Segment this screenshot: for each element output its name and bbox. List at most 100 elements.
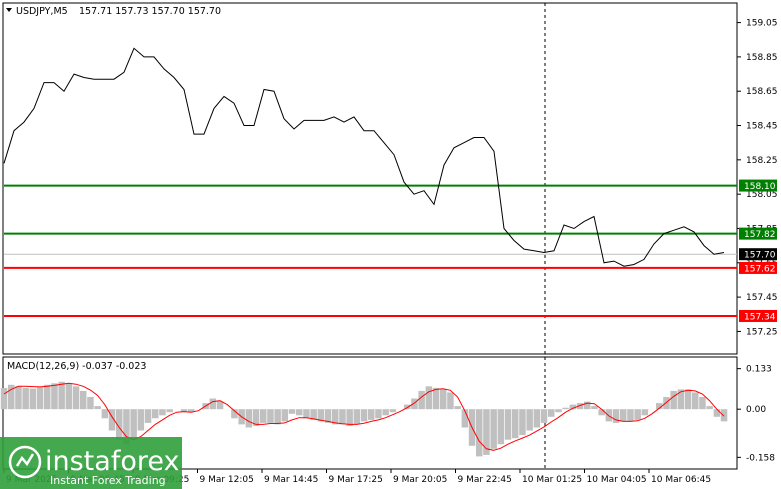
macd-bar	[555, 409, 562, 413]
macd-bar	[677, 389, 685, 410]
macd-label: MACD(12,26,9) -0.037 -0.023	[7, 361, 146, 372]
macd-bar	[216, 401, 224, 410]
macd-bar	[670, 390, 677, 410]
macd-bar	[562, 407, 569, 410]
macd-bar	[440, 389, 447, 410]
price-tick-label: 158.85	[746, 53, 778, 63]
macd-bar	[80, 390, 87, 410]
macd-bar	[684, 389, 692, 410]
time-tick-label: 9 Mar 20:05	[393, 475, 447, 485]
trading-chart[interactable]: 159.05158.85158.65158.45158.25158.05157.…	[0, 0, 781, 489]
level-tag-label: 157.62	[744, 264, 776, 274]
price-tick-label: 158.25	[746, 156, 778, 166]
macd-bar	[166, 409, 173, 413]
level-tag-label: 157.82	[744, 230, 776, 240]
ohlc-label: 157.71 157.73 157.70 157.70	[79, 6, 221, 17]
logo-brand: instaforex	[45, 446, 179, 477]
macd-axis: 0.133 0.00 -0.158	[737, 365, 775, 463]
macd-bar	[382, 409, 389, 416]
instaforex-logo: instaforex Instant Forex Trading	[0, 437, 182, 489]
macd-bar	[598, 409, 605, 416]
macd-bar	[476, 409, 483, 457]
macd-bar	[418, 390, 425, 410]
macd-bar	[627, 409, 634, 422]
macd-bar	[15, 386, 22, 410]
macd-bar	[720, 409, 728, 422]
macd-bar	[260, 409, 267, 423]
macd-bar	[267, 409, 274, 423]
macd-bar	[706, 406, 713, 410]
macd-bar	[389, 409, 397, 413]
macd-bar	[497, 409, 505, 445]
price-axis: 159.05158.85158.65158.45158.25158.05157.…	[737, 19, 778, 337]
macd-bar	[360, 409, 368, 422]
logo-tagline: Instant Forex Trading	[50, 474, 166, 487]
macd-bar	[490, 409, 497, 449]
macd-bar	[44, 384, 51, 410]
macd-bar	[94, 406, 101, 410]
time-tick-label: 10 Mar 06:45	[651, 475, 711, 485]
time-tick-label: 9 Mar 22:45	[458, 475, 512, 485]
macd-bar	[65, 383, 73, 410]
time-tick-label: 9 Mar 17:25	[329, 475, 383, 485]
macd-bar	[512, 409, 519, 439]
macd-bar	[504, 409, 512, 440]
macd-bar	[548, 409, 555, 417]
macd-bar	[620, 409, 627, 422]
symbol-label: USDJPY,M5	[16, 6, 68, 17]
macd-bar	[101, 409, 109, 419]
macd-bar	[29, 388, 37, 410]
macd-bar	[51, 383, 58, 410]
price-tick-label: 157.25	[746, 327, 778, 337]
macd-bar	[303, 409, 310, 419]
price-panel-frame	[2, 2, 738, 355]
level-tag-label: 158.10	[744, 182, 776, 192]
macd-bar	[533, 409, 541, 428]
macd-bar	[36, 387, 44, 410]
macd-bar	[375, 409, 382, 419]
macd-bar	[353, 409, 361, 425]
macd-bar	[339, 409, 346, 425]
macd-bar	[288, 409, 296, 414]
macd-bar	[454, 406, 461, 410]
macd-bar	[130, 409, 137, 440]
price-tick-label: 158.65	[746, 87, 778, 97]
price-tick-label: 158.45	[746, 122, 778, 132]
macd-bar	[72, 386, 80, 410]
macd-bar	[591, 406, 598, 410]
macd-bar	[641, 409, 649, 416]
macd-bar	[22, 387, 29, 410]
macd-bar	[483, 409, 490, 455]
price-tick-label: 159.05	[746, 19, 778, 29]
macd-bar	[713, 409, 721, 417]
macd-tick-label: -0.158	[746, 453, 775, 463]
macd-bar	[432, 387, 440, 410]
level-tag-label: 157.70	[744, 251, 776, 261]
time-tick-label: 9 Mar 14:45	[264, 475, 318, 485]
macd-tick-label: 0.00	[746, 405, 766, 415]
time-tick-label: 10 Mar 01:25	[522, 475, 582, 485]
macd-bar	[411, 398, 418, 410]
macd-bar	[447, 392, 454, 410]
macd-bar	[526, 409, 533, 431]
macd-bar	[540, 409, 548, 423]
macd-bar	[274, 409, 281, 425]
macd-bar	[346, 409, 353, 426]
macd-bar	[519, 409, 526, 436]
macd-bar	[296, 409, 303, 416]
time-tick-label: 9 Mar 12:05	[200, 475, 254, 485]
macd-bar	[137, 409, 145, 431]
macd-tick-label: 0.133	[746, 365, 772, 375]
macd-bar	[209, 398, 217, 410]
macd-bar	[281, 409, 289, 422]
macd-bar	[144, 409, 152, 423]
macd-bar	[245, 409, 253, 428]
macd-bar	[368, 409, 375, 420]
macd-bar	[0, 387, 8, 410]
macd-bar	[425, 386, 433, 410]
macd-bar	[159, 409, 166, 416]
time-tick-label: 10 Mar 04:05	[587, 475, 647, 485]
macd-bar	[58, 381, 65, 410]
price-tick-label: 157.45	[746, 293, 778, 303]
macd-bar	[87, 397, 94, 410]
